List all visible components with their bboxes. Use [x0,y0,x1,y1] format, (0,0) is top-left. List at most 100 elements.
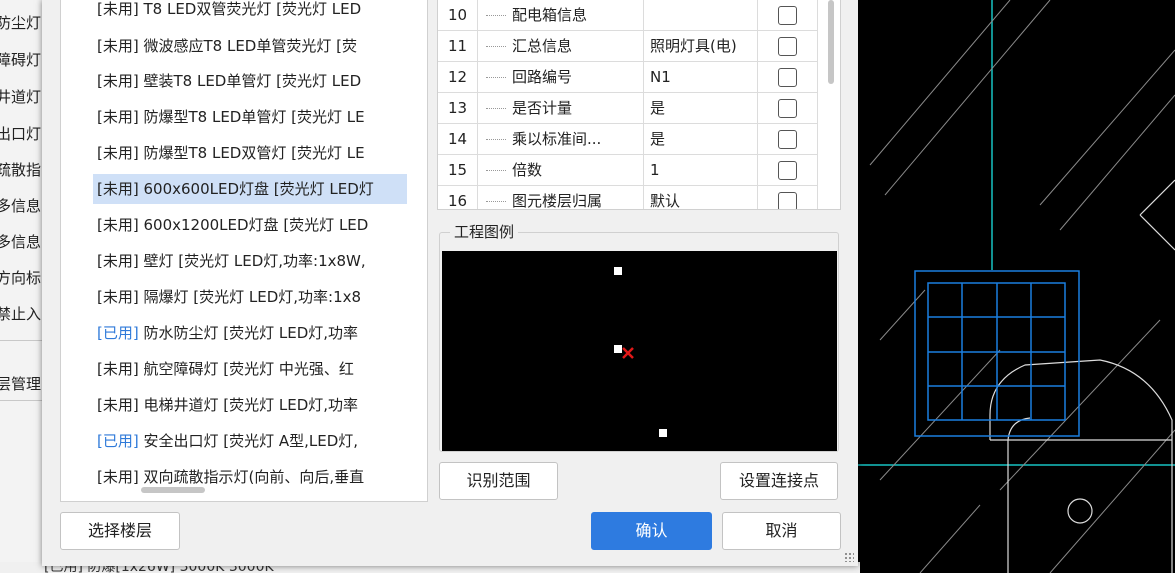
item-name: 电梯井道灯 [荧光灯 LED灯,功率 [138,396,359,414]
item-name: 防爆型T8 LED单管灯 [荧光灯 LE [138,108,365,126]
property-checkbox[interactable] [778,6,797,25]
list-item[interactable]: [未用] 防爆型T8 LED双管灯 [荧光灯 LE [61,138,427,168]
bg-sidebar-item: 井道灯 [0,88,42,106]
bg-divider [0,400,44,401]
item-name: 600x600LED灯盘 [荧光灯 LED灯 [138,180,374,198]
bg-sidebar-item: 多信息 [0,233,42,251]
confirm-button[interactable]: 确认 [591,512,712,550]
bg-sidebar-item: 方向标 [0,269,42,287]
list-item[interactable]: [未用] 壁装T8 LED单管灯 [荧光灯 LED [61,66,427,96]
list-item[interactable]: [未用] 600x1200LED灯盘 [荧光灯 LED [61,210,427,240]
bg-floor-manager-label: 层管理 [0,375,42,393]
item-status: [未用] [97,252,139,270]
property-value[interactable]: 1 [644,155,758,186]
device-identify-dialog: [未用] T8 LED双管荧光灯 [荧光灯 LED [未用] 微波感应T8 LE… [42,0,858,566]
item-name: T8 LED双管荧光灯 [荧光灯 LED [138,0,362,18]
property-checkbox[interactable] [778,99,797,118]
select-floor-button[interactable]: 选择楼层 [60,512,180,550]
row-number: 13 [438,93,478,124]
legend-preview-canvas[interactable] [442,251,837,451]
property-checkbox[interactable] [778,192,797,209]
row-number: 11 [438,31,478,62]
item-status: [未用] [97,216,139,234]
property-checkbox[interactable] [778,37,797,56]
item-name: 微波感应T8 LED单管荧光灯 [荧 [138,37,357,55]
item-status: [已用] [97,432,139,450]
property-name: 乘以标准间... [478,124,644,155]
property-value[interactable]: N1 [644,62,758,93]
row-number: 16 [438,186,478,209]
bg-divider [0,340,44,341]
row-number: 10 [438,0,478,31]
list-item[interactable]: [已用] 安全出口灯 [荧光灯 A型,LED灯, [61,426,427,456]
row-number: 14 [438,124,478,155]
list-item[interactable]: [未用] 壁灯 [荧光灯 LED灯,功率:1x8W, [61,246,427,276]
property-value[interactable]: 默认 [644,186,758,209]
property-checkbox[interactable] [778,68,797,87]
item-name: 600x1200LED灯盘 [荧光灯 LED [138,216,369,234]
property-checkbox[interactable] [778,161,797,180]
property-value[interactable]: 是 [644,93,758,124]
table-row[interactable]: 11 汇总信息 照明灯具(电) [438,31,818,62]
vertical-scrollbar[interactable] [828,0,834,84]
item-name: 航空障碍灯 [荧光灯 中光强、红 [138,360,354,378]
bg-sidebar-item: 障碍灯 [0,51,42,69]
item-name: 防爆型T8 LED双管灯 [荧光灯 LE [138,144,365,162]
table-row[interactable]: 15 倍数 1 [438,155,818,186]
list-item[interactable]: [未用] 双向疏散指示灯(向前、向后,垂直 [61,462,427,492]
item-status: [未用] [97,108,139,126]
bg-sidebar-item: 出口灯 [0,125,42,143]
table-row[interactable]: 16 图元楼层归属 默认 [438,186,818,209]
background-sidebar: 防尘灯 障碍灯 井道灯 出口灯 疏散指 多信息 多信息 方向标 禁止入 层管理 [0,0,45,573]
item-status: [已用] [97,324,139,342]
connection-point-marker [614,267,622,275]
bg-sidebar-item: 禁止入 [0,305,42,323]
list-item[interactable]: [未用] T8 LED双管荧光灯 [荧光灯 LED [61,0,427,24]
table-row[interactable]: 14 乘以标准间... 是 [438,124,818,155]
bg-sidebar-item: 防尘灯 [0,14,42,32]
table-row[interactable]: 12 回路编号 N1 [438,62,818,93]
property-name: 倍数 [478,155,644,186]
list-item[interactable]: [未用] 隔爆灯 [荧光灯 LED灯,功率:1x8 [61,282,427,312]
list-item[interactable]: [未用] 航空障碍灯 [荧光灯 中光强、红 [61,354,427,384]
item-status: [未用] [97,468,139,486]
bg-sidebar-item: 多信息 [0,197,42,215]
row-number: 12 [438,62,478,93]
item-status: [未用] [97,37,139,55]
cancel-button[interactable]: 取消 [722,512,841,550]
table-row[interactable]: 10 配电箱信息 [438,0,818,31]
property-name: 回路编号 [478,62,644,93]
list-item[interactable]: [未用] 电梯井道灯 [荧光灯 LED灯,功率 [61,390,427,420]
property-grid[interactable]: 10 配电箱信息 11 汇总信息 照明灯具(电) 12 回路编号 N1 13 是否计量是 1… [437,0,841,210]
property-name: 是否计量 [478,93,644,124]
property-name: 汇总信息 [478,31,644,62]
list-item[interactable]: [已用] 防水防尘灯 [荧光灯 LED灯,功率 [61,318,427,348]
item-status: [未用] [97,360,139,378]
set-connection-point-button[interactable]: 设置连接点 [720,462,838,500]
connection-point-marker [614,345,622,353]
resize-grip-icon[interactable] [844,552,854,562]
horizontal-scrollbar[interactable] [141,487,205,493]
item-name: 隔爆灯 [荧光灯 LED灯,功率:1x8 [138,288,362,306]
project-legend-group: 工程图例 [439,221,839,452]
item-status: [未用] [97,72,139,90]
property-value[interactable] [644,0,758,31]
row-number: 15 [438,155,478,186]
list-item-selected[interactable]: [未用] 600x600LED灯盘 [荧光灯 LED灯 [93,174,407,204]
bg-sidebar-item: 疏散指 [0,161,42,179]
property-value[interactable]: 是 [644,124,758,155]
item-name: 双向疏散指示灯(向前、向后,垂直 [138,468,365,486]
list-item[interactable]: [未用] 防爆型T8 LED单管灯 [荧光灯 LE [61,102,427,132]
item-name: 防水防尘灯 [荧光灯 LED灯,功率 [138,324,359,342]
property-name: 配电箱信息 [478,0,644,31]
table-row[interactable]: 13 是否计量是 [438,93,818,124]
item-status: [未用] [97,180,139,198]
item-status: [未用] [97,144,139,162]
property-name: 图元楼层归属 [478,186,644,209]
list-item[interactable]: [未用] 微波感应T8 LED单管荧光灯 [荧 [61,31,427,61]
device-list[interactable]: [未用] T8 LED双管荧光灯 [荧光灯 LED [未用] 微波感应T8 LE… [60,0,428,502]
identify-range-button[interactable]: 识别范围 [439,462,558,500]
connection-point-marker [659,429,667,437]
property-checkbox[interactable] [778,130,797,149]
property-value[interactable]: 照明灯具(电) [644,31,758,62]
